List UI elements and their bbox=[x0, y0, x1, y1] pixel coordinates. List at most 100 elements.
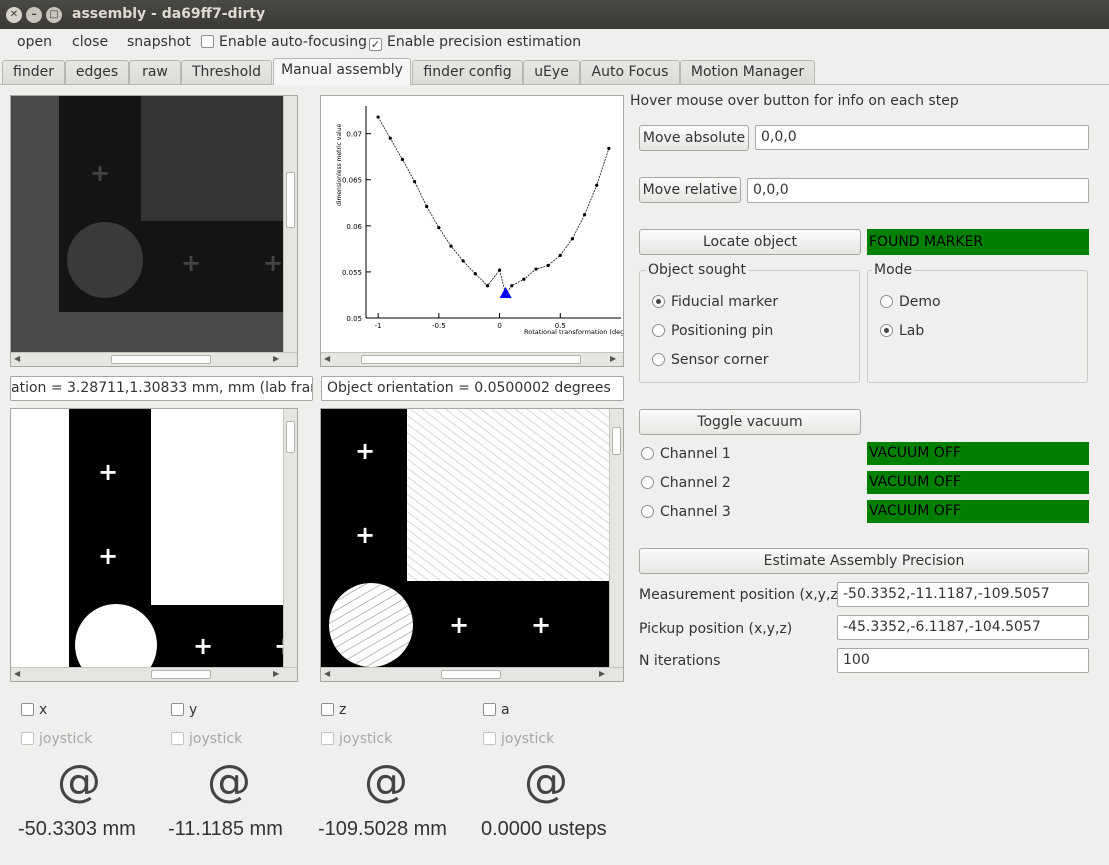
autofocus-checkbox[interactable] bbox=[201, 35, 214, 48]
plot-data-point bbox=[546, 263, 550, 268]
measurement-position-input[interactable]: -50.3352,-11.1187,-109.5057 bbox=[837, 582, 1089, 607]
tab-edges[interactable]: edges bbox=[65, 60, 129, 85]
precision-label: Enable precision estimation bbox=[387, 34, 582, 50]
radio-positioning-pin[interactable]: Positioning pin bbox=[652, 323, 773, 339]
axis-a-position: 0.0000 usteps bbox=[481, 818, 607, 840]
toggle-vacuum-button[interactable]: Toggle vacuum bbox=[639, 409, 861, 435]
iterations-input[interactable]: 100 bbox=[837, 648, 1089, 673]
move-absolute-input[interactable]: 0,0,0 bbox=[755, 125, 1089, 150]
plot-y-tick-label: 0.05 bbox=[346, 315, 362, 323]
axis-x-state-icon: @ bbox=[57, 756, 101, 807]
plot-data-point bbox=[497, 268, 502, 272]
raw-image-view[interactable]: + + + ◀ ▶ bbox=[10, 95, 298, 367]
tab-manual-assembly[interactable]: Manual assembly bbox=[273, 58, 411, 85]
precision-checkbox[interactable]: ✓ bbox=[369, 38, 382, 51]
axis-a-joystick[interactable]: joystick bbox=[483, 731, 554, 747]
radio-sensor-corner[interactable]: Sensor corner bbox=[652, 352, 768, 368]
vertical-scrollbar[interactable] bbox=[283, 96, 297, 354]
manual-assembly-page: + + + ◀ ▶ 0.07 0.065 0.06 0.055 0.05 -1 -0.5 0 0.… bbox=[0, 84, 1109, 865]
axis-z-position: -109.5028 mm bbox=[318, 818, 447, 840]
locate-object-button[interactable]: Locate object bbox=[639, 229, 861, 255]
threshold-horizontal-scrollbar[interactable]: ◀ ▶ bbox=[11, 667, 297, 681]
snapshot-menu[interactable]: snapshot bbox=[127, 34, 191, 50]
plot-horizontal-scrollbar[interactable]: ◀ ▶ bbox=[321, 352, 623, 366]
minimize-window-icon[interactable]: – bbox=[26, 7, 42, 23]
plot-data-point bbox=[376, 115, 380, 119]
object-sought-title: Object sought bbox=[646, 262, 749, 278]
axis-y-enable[interactable]: y bbox=[171, 702, 197, 718]
plot-data-point bbox=[388, 136, 392, 140]
pickup-position-label: Pickup position (x,y,z) bbox=[639, 621, 793, 637]
threshold-image-view[interactable]: + + + + ◀▶ bbox=[10, 408, 298, 682]
move-relative-button[interactable]: Move relative bbox=[639, 177, 741, 203]
axis-x-position: -50.3303 mm bbox=[18, 818, 136, 840]
window-title: assembly - da69ff7-dirty bbox=[72, 6, 266, 22]
iterations-label: N iterations bbox=[639, 653, 721, 669]
threshold-vertical-scrollbar[interactable] bbox=[283, 409, 297, 669]
axis-y-position: -11.1185 mm bbox=[168, 818, 283, 840]
pickup-position-input[interactable]: -45.3352,-6.1187,-104.5057 bbox=[837, 615, 1089, 640]
tab-bar: finder edges raw Threshold Manual assemb… bbox=[0, 58, 1109, 85]
plot-data-point bbox=[582, 213, 587, 217]
plot-y-tick-label: 0.065 bbox=[342, 177, 362, 185]
tab-ueye[interactable]: uEye bbox=[523, 60, 580, 85]
move-absolute-button[interactable]: Move absolute bbox=[639, 125, 749, 151]
plot-y-label: dimensionless metric value bbox=[336, 123, 343, 206]
title-bar: ✕ – □ assembly - da69ff7-dirty bbox=[0, 0, 1109, 29]
estimate-precision-button[interactable]: Estimate Assembly Precision bbox=[639, 548, 1089, 574]
autofocus-toggle[interactable]: Enable auto-focusing bbox=[201, 34, 367, 50]
horizontal-scrollbar[interactable]: ◀ ▶ bbox=[11, 352, 297, 366]
close-menu[interactable]: close bbox=[72, 34, 108, 50]
plot-data-point bbox=[485, 284, 490, 288]
move-relative-input[interactable]: 0,0,0 bbox=[747, 178, 1089, 203]
tab-finder-config[interactable]: finder config bbox=[412, 60, 523, 85]
tab-raw[interactable]: raw bbox=[129, 60, 181, 85]
plot-data-point bbox=[400, 157, 405, 162]
measurement-position-label: Measurement position (x,y,z) bbox=[639, 587, 844, 603]
plot-data-point bbox=[522, 277, 526, 281]
radio-channel-2[interactable]: Channel 2 bbox=[641, 475, 731, 491]
axis-a-enable[interactable]: a bbox=[483, 702, 510, 718]
plot-view[interactable]: 0.07 0.065 0.06 0.055 0.05 -1 -0.5 0 0.5 dimensio… bbox=[320, 95, 624, 367]
tab-threshold[interactable]: Threshold bbox=[181, 60, 272, 85]
mode-title: Mode bbox=[872, 262, 915, 278]
plot-data-point bbox=[510, 284, 514, 288]
plot-x-tick-label: 0 bbox=[497, 322, 501, 330]
axis-z-enable[interactable]: z bbox=[321, 702, 346, 718]
tab-motion-manager[interactable]: Motion Manager bbox=[680, 60, 815, 85]
maximize-window-icon[interactable]: □ bbox=[46, 7, 62, 23]
precision-toggle[interactable]: ✓ Enable precision estimation bbox=[369, 34, 581, 51]
plot-data-point bbox=[461, 259, 465, 263]
plot-series-line bbox=[377, 116, 610, 295]
close-window-icon[interactable]: ✕ bbox=[6, 7, 22, 23]
channel-2-status: VACUUM OFF bbox=[867, 471, 1089, 494]
radio-channel-1[interactable]: Channel 1 bbox=[641, 446, 731, 462]
axis-x-enable[interactable]: x bbox=[21, 702, 47, 718]
axis-a-state-icon: @ bbox=[524, 756, 568, 807]
tab-auto-focus[interactable]: Auto Focus bbox=[580, 60, 680, 85]
orientation-field: Object orientation = 0.0500002 degrees bbox=[321, 376, 624, 401]
plot-data-point bbox=[595, 183, 599, 187]
radio-lab[interactable]: Lab bbox=[880, 323, 924, 339]
precision-plot: 0.070.0650.060.0550.05-1 -0.5 0 0.5dimensio… bbox=[336, 106, 623, 336]
radio-demo[interactable]: Demo bbox=[880, 294, 941, 310]
open-menu[interactable]: open bbox=[17, 34, 52, 50]
tab-finder[interactable]: finder bbox=[2, 60, 65, 85]
edges-vertical-scrollbar[interactable] bbox=[609, 409, 623, 669]
plot-data-point bbox=[534, 267, 538, 271]
plot-data-point bbox=[473, 272, 477, 276]
radio-channel-3[interactable]: Channel 3 bbox=[641, 504, 731, 520]
radio-fiducial-marker[interactable]: Fiducial marker bbox=[652, 294, 778, 310]
plot-x-tick-label: -1 bbox=[375, 322, 382, 330]
axis-y-joystick[interactable]: joystick bbox=[171, 731, 242, 747]
axis-z-joystick[interactable]: joystick bbox=[321, 731, 392, 747]
plot-data-point bbox=[570, 237, 575, 241]
edges-image-view[interactable]: + + + + ◀ ▶ bbox=[320, 408, 624, 682]
edges-horizontal-scrollbar[interactable]: ◀ ▶ bbox=[321, 667, 623, 681]
plot-y-tick-label: 0.06 bbox=[346, 223, 362, 231]
axis-x-joystick[interactable]: joystick bbox=[21, 731, 92, 747]
plot-data-point bbox=[558, 253, 562, 257]
menu-bar: open close snapshot Enable auto-focusing… bbox=[0, 29, 1109, 57]
locate-status-badge: FOUND MARKER bbox=[867, 229, 1089, 255]
plot-data-point bbox=[412, 179, 417, 184]
